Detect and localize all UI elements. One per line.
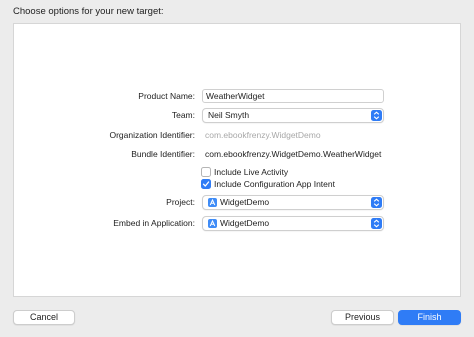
popup-stepper-icon (371, 218, 382, 229)
include-live-activity-label[interactable]: Include Live Activity (214, 166, 288, 178)
include-configuration-intent-checkbox[interactable] (201, 179, 211, 189)
checkmark-icon (202, 181, 210, 187)
project-popup[interactable]: WidgetDemo (202, 195, 384, 210)
sheet-title: Choose options for your new target: (13, 6, 164, 17)
team-label: Team: (171, 110, 195, 120)
product-name-label: Product Name: (138, 91, 195, 101)
embed-in-application-popup[interactable]: WidgetDemo (202, 216, 384, 231)
team-popup[interactable]: Neil Smyth (202, 108, 384, 123)
organization-identifier-value: com.ebookfrenzy.WidgetDemo (205, 130, 321, 140)
options-panel: Product Name: WeatherWidget Team: Neil S… (13, 23, 461, 297)
previous-button[interactable]: Previous (331, 310, 394, 325)
organization-identifier-label: Organization Identifier: (109, 130, 195, 140)
app-icon (208, 219, 217, 228)
bundle-identifier-label: Bundle Identifier: (131, 149, 195, 159)
popup-stepper-icon (371, 110, 382, 121)
xcode-project-icon (208, 198, 217, 207)
embed-in-application-row: Embed in Application: WidgetDemo (14, 216, 460, 231)
product-name-field[interactable]: WeatherWidget (202, 89, 384, 103)
embed-in-application-label: Embed in Application: (113, 218, 195, 228)
include-configuration-intent-label[interactable]: Include Configuration App Intent (214, 178, 335, 190)
project-label: Project: (166, 197, 195, 207)
bundle-identifier-row: Bundle Identifier: com.ebookfrenzy.Widge… (14, 147, 460, 161)
popup-stepper-icon (371, 197, 382, 208)
cancel-button[interactable]: Cancel (13, 310, 75, 325)
project-value: WidgetDemo (220, 197, 270, 207)
project-row: Project: WidgetDemo (14, 195, 460, 210)
bundle-identifier-value: com.ebookfrenzy.WidgetDemo.WeatherWidget (205, 149, 382, 159)
team-value: Neil Smyth (208, 110, 250, 120)
team-row: Team: Neil Smyth (14, 108, 460, 123)
organization-identifier-row: Organization Identifier: com.ebookfrenzy… (14, 128, 460, 142)
product-name-row: Product Name: WeatherWidget (14, 89, 460, 103)
embed-in-application-value: WidgetDemo (220, 218, 270, 228)
include-configuration-intent-row: Include Configuration App Intent (14, 178, 460, 192)
include-live-activity-checkbox[interactable] (201, 167, 211, 177)
finish-button[interactable]: Finish (398, 310, 461, 325)
